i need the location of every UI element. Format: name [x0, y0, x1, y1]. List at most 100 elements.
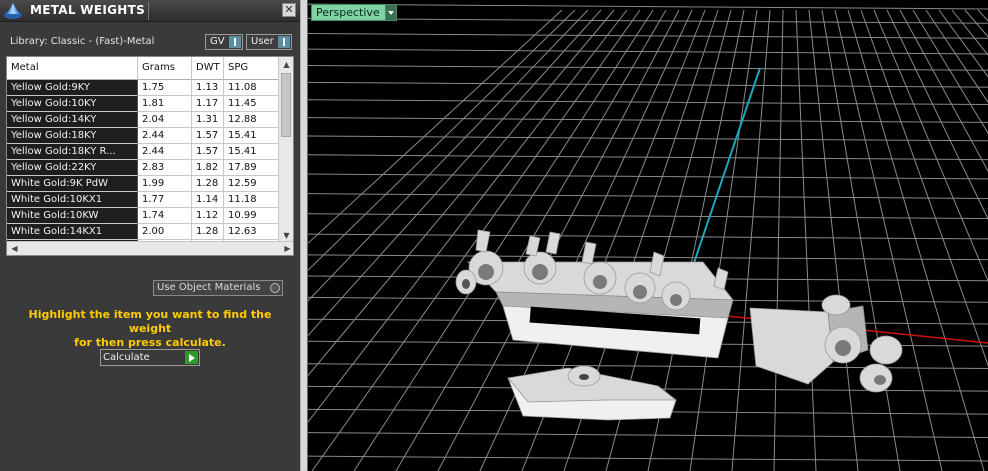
grid-line-width	[308, 233, 988, 240]
close-icon: ✕	[284, 3, 294, 16]
table-row[interactable]: Yellow Gold:10KY 1.81 1.17 11.45	[7, 96, 279, 112]
scroll-thumb[interactable]	[281, 73, 291, 137]
panel-title: METAL WEIGHTS	[30, 3, 146, 17]
grid-line-width	[308, 193, 988, 199]
scroll-right-icon[interactable]: ▶	[283, 244, 292, 253]
cell-grams: 2.83	[138, 160, 192, 176]
cell-spg: 12.63	[224, 224, 279, 240]
cell-spg: 12.88	[224, 112, 279, 128]
user-dropdown-label: User	[251, 36, 274, 47]
grid-line-depth	[731, 9, 771, 471]
grid-line-depth	[925, 9, 988, 104]
scroll-down-icon[interactable]: ▼	[282, 231, 291, 240]
setting-hole-1	[478, 264, 494, 280]
grid-line-depth	[795, 9, 817, 471]
use-object-materials-label: Use Object Materials	[157, 282, 261, 293]
cell-grams: 2.44	[138, 128, 192, 144]
grid-line-width	[308, 81, 988, 88]
setting-hole-5	[670, 294, 682, 306]
cell-metal: White Gold:10KW	[7, 208, 138, 224]
column-header-dwt[interactable]: DWT	[192, 57, 224, 80]
cell-grams: 1.74	[138, 208, 192, 224]
table-row[interactable]: Yellow Gold:18KY 2.44 1.57 15.41	[7, 128, 279, 144]
table-row[interactable]: Yellow Gold:18KY R... 2.44 1.57 15.41	[7, 144, 279, 160]
column-header-grams[interactable]: Grams	[138, 57, 192, 80]
app-logo-icon	[4, 3, 22, 19]
cell-grams: 1.99	[138, 176, 192, 192]
grid-line-width	[308, 117, 988, 123]
chevron-down-icon	[229, 36, 241, 48]
table-row[interactable]: Yellow Gold:9KY 1.75 1.13 11.08	[7, 80, 279, 96]
table-row[interactable]: Yellow Gold:22KY 2.83 1.82 17.89	[7, 160, 279, 176]
cell-metal: Yellow Gold:10KY	[7, 96, 138, 112]
table-body: Yellow Gold:9KY 1.75 1.13 11.08 Yellow Gold:…	[7, 80, 279, 255]
gv-dropdown[interactable]: GV	[205, 34, 243, 50]
library-label: Library: Classic - (Fast)-Metal	[10, 36, 155, 47]
metal-table-grid: Metal Grams DWT SPG Yellow Gold:9KY 1.75 1…	[7, 57, 279, 255]
view-mode-label: Perspective	[316, 6, 380, 19]
prong-1	[475, 229, 491, 253]
cell-metal: Yellow Gold:18KY	[7, 128, 138, 144]
setting-hole-3	[593, 275, 607, 289]
use-object-materials-toggle[interactable]: Use Object Materials	[153, 280, 283, 296]
cell-spg: 15.41	[224, 144, 279, 160]
calculate-label: Calculate	[103, 352, 150, 363]
grid-line-width	[308, 48, 988, 55]
chevron-down-icon	[278, 36, 290, 48]
table-row[interactable]: Yellow Gold:14KY 2.04 1.31 12.88	[7, 112, 279, 128]
cell-dwt: 1.28	[192, 224, 224, 240]
grid-line-width	[308, 32, 988, 39]
bottom-piece-hole	[579, 374, 589, 380]
cell-metal: Yellow Gold:18KY R...	[7, 144, 138, 160]
gv-dropdown-label: GV	[210, 36, 225, 47]
cell-spg: 12.59	[224, 176, 279, 192]
cell-dwt: 1.28	[192, 176, 224, 192]
cell-spg: 11.18	[224, 192, 279, 208]
scroll-left-icon[interactable]: ◀	[10, 244, 19, 253]
metal-table[interactable]: Metal Grams DWT SPG Yellow Gold:9KY 1.75 1…	[6, 56, 294, 256]
radio-icon	[270, 283, 280, 293]
table-row[interactable]: White Gold:9K PdW 1.99 1.28 12.59	[7, 176, 279, 192]
grid-line-width	[308, 154, 988, 161]
grid-line-width	[308, 213, 988, 220]
table-row[interactable]: White Gold:14KX1 2.00 1.28 12.63	[7, 224, 279, 240]
grid-line-width	[308, 455, 988, 462]
scroll-up-icon[interactable]: ▲	[282, 60, 291, 69]
right-ball-1	[869, 335, 903, 365]
table-row[interactable]: White Gold:10KW 1.74 1.12 10.99	[7, 208, 279, 224]
grid-line-depth	[964, 9, 988, 38]
grid-line-depth	[951, 9, 988, 56]
user-dropdown[interactable]: User	[246, 34, 292, 50]
vertical-scrollbar[interactable]: ▲ ▼	[278, 57, 293, 243]
view-mode-dropdown[interactable]: Perspective	[311, 4, 397, 21]
setting-hole-2	[532, 264, 548, 280]
table-row[interactable]: White Gold:10KX1 1.77 1.14 11.18	[7, 192, 279, 208]
panel-splitter[interactable]	[300, 0, 308, 471]
perspective-viewport[interactable]: Perspective	[308, 0, 988, 471]
cell-metal: White Gold:14KX1	[7, 224, 138, 240]
right-setting-hole	[835, 340, 851, 356]
column-header-metal[interactable]: Metal	[7, 57, 138, 80]
instructions-line-1: Highlight the item you want to find the …	[28, 308, 272, 335]
grid-line-width	[308, 254, 988, 261]
cell-grams: 1.77	[138, 192, 192, 208]
grid-line-depth	[873, 9, 988, 283]
chevron-down-icon	[385, 4, 397, 21]
cell-spg: 15.41	[224, 128, 279, 144]
right-ball-hole	[874, 375, 886, 385]
close-button[interactable]: ✕	[282, 3, 296, 17]
right-loop-top	[821, 294, 851, 316]
cell-metal: White Gold:9K PdW	[7, 176, 138, 192]
panel-titlebar: METAL WEIGHTS ✕	[0, 0, 300, 22]
cell-grams: 1.75	[138, 80, 192, 96]
grid-line-depth	[847, 9, 985, 471]
cell-dwt: 1.13	[192, 80, 224, 96]
side-loop-hole	[462, 279, 470, 289]
metal-weights-panel: METAL WEIGHTS ✕ Library: Classic - (Fast…	[0, 0, 300, 471]
grid-line-depth	[773, 9, 784, 471]
calculate-button[interactable]: Calculate	[100, 349, 200, 366]
cell-spg: 11.45	[224, 96, 279, 112]
horizontal-scrollbar[interactable]: ◀ ▶	[7, 241, 293, 255]
column-header-spg[interactable]: SPG	[224, 57, 279, 80]
prong-6	[713, 267, 729, 291]
